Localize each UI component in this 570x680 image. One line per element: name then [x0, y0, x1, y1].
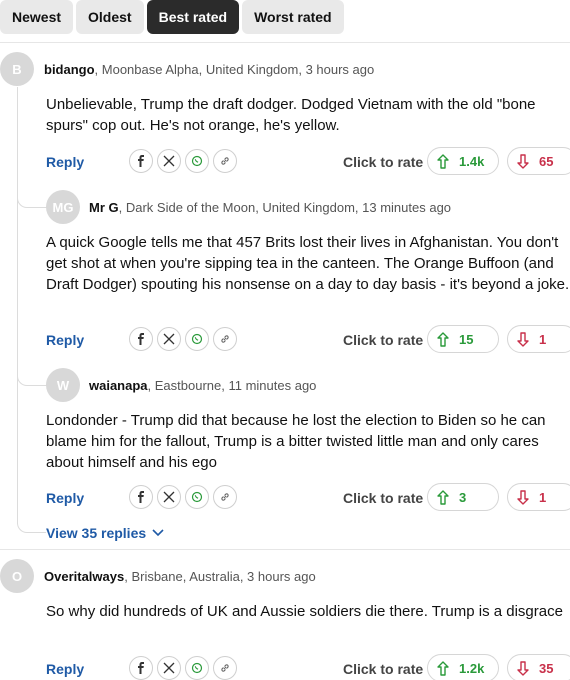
tab-oldest[interactable]: Oldest — [76, 0, 144, 34]
rate-label: Click to rate — [343, 661, 424, 677]
comment-actions: Reply Click to rate 1.4k 65 — [46, 147, 570, 175]
rate-label: Click to rate — [343, 154, 424, 170]
arrow-up-icon — [437, 332, 449, 347]
thread-elbow — [17, 372, 47, 386]
thread-line — [17, 87, 18, 524]
arrow-up-icon — [437, 490, 449, 505]
comment-meta: Overitalways, Brisbane, Australia, 3 hou… — [44, 569, 316, 584]
upvote-count: 1.4k — [459, 154, 485, 169]
avatar-letter: O — [11, 568, 23, 584]
username[interactable]: waianapa — [89, 378, 148, 393]
arrow-down-icon — [517, 332, 529, 347]
username[interactable]: bidango — [44, 62, 95, 77]
arrow-down-icon — [517, 661, 529, 676]
avatar[interactable]: MG — [46, 190, 80, 224]
comment-text: A quick Google tells me that 457 Brits l… — [46, 234, 570, 293]
location-time: , Brisbane, Australia, 3 hours ago — [124, 569, 316, 584]
chevron-down-icon — [152, 529, 164, 537]
location-time: , Moonbase Alpha, United Kingdom, 3 hour… — [94, 62, 375, 77]
username[interactable]: Mr G — [89, 200, 119, 215]
tab-best-rated[interactable]: Best rated — [146, 0, 240, 34]
whatsapp-icon[interactable] — [185, 485, 209, 509]
downvote-count: 35 — [539, 661, 554, 676]
comment-actions: Reply Click to rate 3 1 — [46, 483, 570, 511]
arrow-up-icon — [437, 154, 449, 169]
thread-elbow — [17, 194, 47, 208]
avatar[interactable]: O — [0, 559, 34, 593]
x-icon[interactable] — [157, 327, 181, 351]
reply-button[interactable]: Reply — [46, 154, 84, 170]
sort-tabs: Newest Oldest Best rated Worst rated — [0, 0, 344, 34]
rate-label: Click to rate — [343, 490, 424, 506]
reply-button[interactable]: Reply — [46, 490, 84, 506]
comment-text: So why did hundreds of UK and Aussie sol… — [46, 603, 563, 620]
reply-button[interactable]: Reply — [46, 661, 84, 677]
x-icon[interactable] — [157, 149, 181, 173]
rate-label: Click to rate — [343, 332, 424, 348]
share-buttons — [129, 656, 237, 680]
arrow-up-icon — [437, 661, 449, 676]
share-buttons — [129, 327, 237, 351]
username[interactable]: Overitalways — [44, 569, 124, 584]
x-icon[interactable] — [157, 656, 181, 680]
comment-actions: Reply Click to rate 1.2k 35 — [46, 654, 570, 680]
tab-newest[interactable]: Newest — [0, 0, 74, 34]
comment-meta: bidango, Moonbase Alpha, United Kingdom,… — [44, 62, 374, 77]
comment-meta: waianapa, Eastbourne, 11 minutes ago — [89, 378, 316, 393]
downvote-button[interactable]: 1 — [507, 325, 570, 353]
downvote-count: 1 — [539, 332, 547, 347]
downvote-count: 1 — [539, 490, 547, 505]
comment-text: Londonder - Trump did that because he lo… — [46, 412, 546, 471]
avatar-letter: MG — [52, 199, 74, 215]
upvote-count: 3 — [459, 490, 467, 505]
comment-meta: Mr G, Dark Side of the Moon, United King… — [89, 200, 451, 215]
share-buttons — [129, 149, 237, 173]
avatar-letter: W — [56, 377, 70, 393]
facebook-icon[interactable] — [129, 485, 153, 509]
upvote-count: 15 — [459, 332, 474, 347]
facebook-icon[interactable] — [129, 149, 153, 173]
location-time: , Dark Side of the Moon, United Kingdom,… — [118, 200, 452, 215]
avatar-letter: B — [12, 61, 22, 77]
link-icon[interactable] — [213, 327, 237, 351]
view-replies-button[interactable]: View 35 replies — [46, 525, 164, 541]
comment-text: Unbelievable, Trump the draft dodger. Do… — [46, 96, 536, 134]
downvote-button[interactable]: 65 — [507, 147, 570, 175]
reply-button[interactable]: Reply — [46, 332, 84, 348]
link-icon[interactable] — [213, 485, 237, 509]
facebook-icon[interactable] — [129, 656, 153, 680]
upvote-button[interactable]: 1.4k — [427, 147, 499, 175]
share-buttons — [129, 485, 237, 509]
whatsapp-icon[interactable] — [185, 656, 209, 680]
arrow-down-icon — [517, 490, 529, 505]
upvote-button[interactable]: 3 — [427, 483, 499, 511]
divider — [0, 42, 570, 43]
downvote-button[interactable]: 35 — [507, 654, 570, 680]
view-replies-label: View 35 replies — [46, 525, 147, 541]
avatar[interactable]: B — [0, 52, 34, 86]
tab-worst-rated[interactable]: Worst rated — [242, 0, 344, 34]
location-time: , Eastbourne, 11 minutes ago — [147, 378, 317, 393]
upvote-count: 1.2k — [459, 661, 485, 676]
link-icon[interactable] — [213, 149, 237, 173]
whatsapp-icon[interactable] — [185, 149, 209, 173]
upvote-button[interactable]: 1.2k — [427, 654, 499, 680]
link-icon[interactable] — [213, 656, 237, 680]
downvote-count: 65 — [539, 154, 554, 169]
downvote-button[interactable]: 1 — [507, 483, 570, 511]
whatsapp-icon[interactable] — [185, 327, 209, 351]
thread-elbow — [17, 519, 46, 533]
divider — [0, 549, 570, 550]
x-icon[interactable] — [157, 485, 181, 509]
facebook-icon[interactable] — [129, 327, 153, 351]
upvote-button[interactable]: 15 — [427, 325, 499, 353]
avatar[interactable]: W — [46, 368, 80, 402]
comment-actions: Reply Click to rate 15 1 — [46, 325, 570, 353]
arrow-down-icon — [517, 154, 529, 169]
